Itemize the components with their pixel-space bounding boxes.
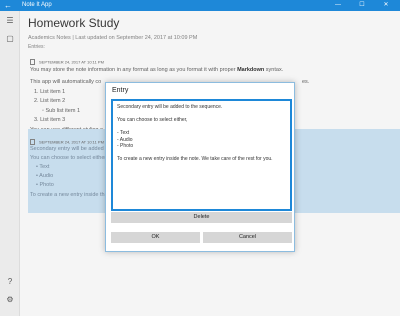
textarea-line: To create a new entry inside the note. W…	[117, 156, 273, 162]
settings-gear-icon[interactable]: ⚙	[0, 293, 20, 307]
maximize-button[interactable]: ☐	[356, 0, 368, 11]
entry-dialog: Entry Secondary entry will be added to t…	[105, 82, 295, 252]
dialog-title: Entry	[112, 87, 129, 94]
window-title: Note It App	[22, 2, 52, 8]
hamburger-menu-icon[interactable]: ☰	[0, 14, 20, 28]
minimize-button[interactable]: —	[332, 0, 344, 11]
help-icon[interactable]: ?	[0, 275, 20, 289]
close-button[interactable]: ✕	[380, 0, 392, 11]
back-arrow-icon[interactable]: ←	[4, 0, 12, 11]
ok-button[interactable]: OK	[111, 232, 200, 243]
delete-button[interactable]: Delete	[111, 212, 292, 223]
cancel-button[interactable]: Cancel	[203, 232, 292, 243]
sidebar: ☰ ▢ ? ⚙	[0, 11, 20, 316]
title-bar: ← Note It App — ☐ ✕	[0, 0, 400, 11]
entry-textarea[interactable]: Secondary entry will be added to the seq…	[111, 99, 292, 211]
note-icon[interactable]: ▢	[0, 32, 20, 46]
